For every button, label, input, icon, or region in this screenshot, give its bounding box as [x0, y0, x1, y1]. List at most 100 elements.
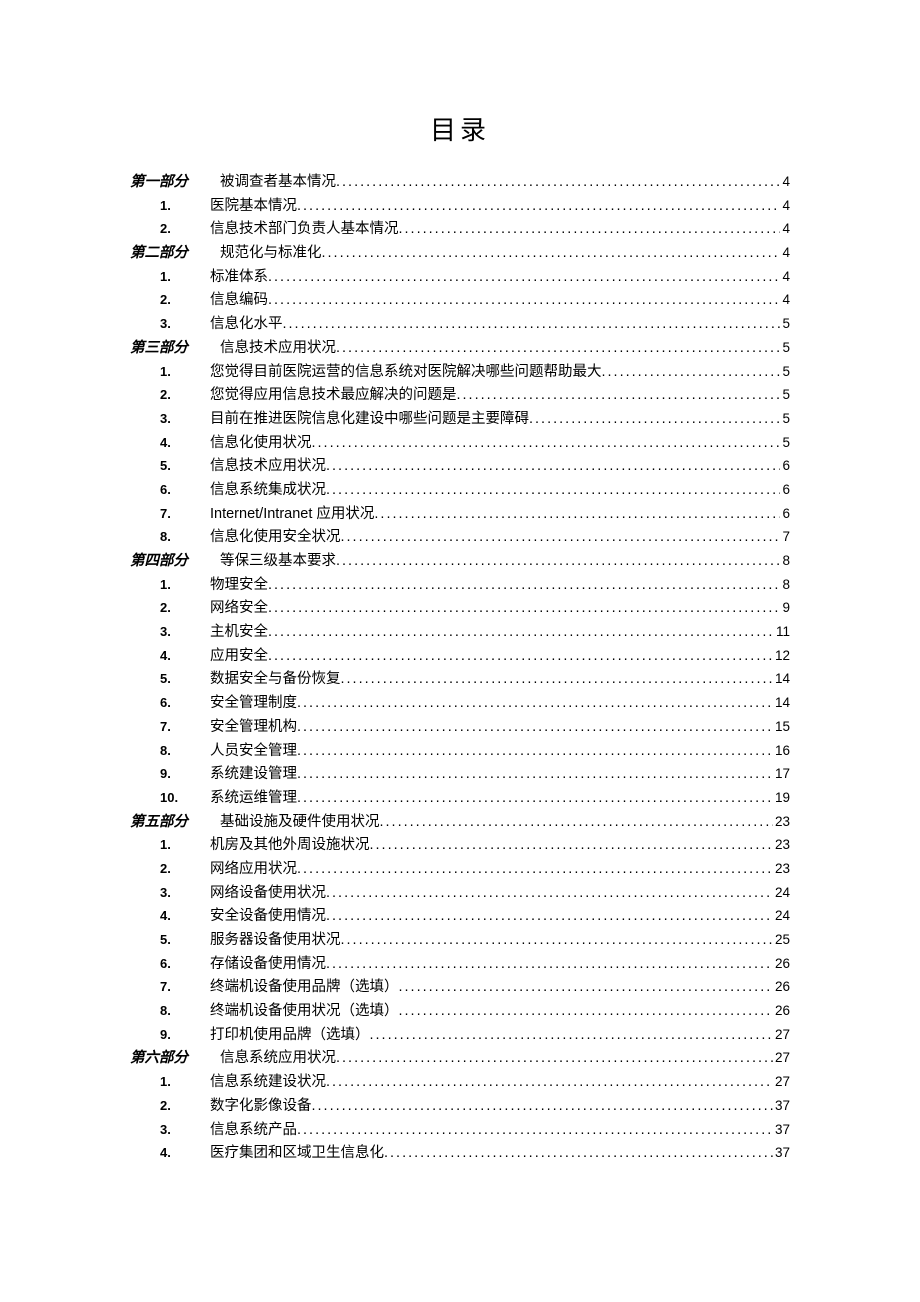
- toc-entry-label: 信息系统应用状况: [220, 1051, 336, 1066]
- toc-leader-dots: [297, 696, 773, 711]
- toc-section: 第五部分基础设施及硬件使用状况23: [130, 815, 790, 830]
- toc-entry-number: 5.: [130, 672, 210, 685]
- toc-entry-label: 信息系统建设状况: [210, 1075, 326, 1090]
- toc-entry-page: 16: [773, 744, 790, 758]
- toc-entry-number: 9.: [130, 767, 210, 780]
- toc-leader-dots: [399, 1004, 773, 1019]
- toc-item: 7.终端机设备使用品牌（选填）26: [130, 980, 790, 995]
- toc-entry-page: 5: [780, 412, 790, 426]
- toc-section: 第六部分信息系统应用状况27: [130, 1051, 790, 1066]
- toc-entry-number: 1.: [130, 270, 210, 283]
- toc-item: 9.打印机使用品牌（选填）27: [130, 1028, 790, 1043]
- toc-entry-page: 24: [773, 886, 790, 900]
- toc-entry-number: 9.: [130, 1028, 210, 1041]
- toc-entry-label: 标准体系: [210, 270, 268, 285]
- toc-entry-number: 3.: [130, 625, 210, 638]
- toc-leader-dots: [312, 1099, 773, 1114]
- toc-item: 1.医院基本情况4: [130, 199, 790, 214]
- toc-leader-dots: [326, 1075, 773, 1090]
- toc-entry-label: 您觉得目前医院运营的信息系统对医院解决哪些问题帮助最大: [210, 365, 602, 380]
- toc-entry-label: 基础设施及硬件使用状况: [220, 815, 380, 830]
- toc-item: 2.网络应用状况 23: [130, 862, 790, 877]
- toc-entry-page: 5: [780, 388, 790, 402]
- toc-entry-number: 2.: [130, 388, 210, 401]
- toc-leader-dots: [374, 507, 780, 522]
- toc-leader-dots: [529, 412, 780, 427]
- toc-leader-dots: [312, 436, 781, 451]
- toc-entry-label: 服务器设备使用状况: [210, 933, 341, 948]
- toc-entry-label: 网络应用状况: [210, 862, 297, 877]
- table-of-contents: 第一部分被调查者基本情况41.医院基本情况42.信息技术部门负责人基本情况4第二…: [130, 175, 790, 1161]
- toc-entry-page: 4: [780, 222, 790, 236]
- toc-entry-number: 1.: [130, 578, 210, 591]
- toc-entry-number: 2.: [130, 862, 210, 875]
- toc-entry-number: 5.: [130, 933, 210, 946]
- toc-entry-label: 信息系统产品: [210, 1123, 297, 1138]
- toc-entry-page: 5: [780, 436, 790, 450]
- toc-entry-page: 8: [780, 554, 790, 568]
- toc-entry-page: 4: [780, 270, 790, 284]
- toc-item: 2.您觉得应用信息技术最应解决的问题是5: [130, 388, 790, 403]
- toc-entry-number: 6.: [130, 957, 210, 970]
- toc-leader-dots: [326, 483, 780, 498]
- toc-entry-page: 27: [773, 1028, 790, 1042]
- toc-entry-number: 3.: [130, 1123, 210, 1136]
- toc-entry-page: 27: [773, 1075, 790, 1089]
- toc-entry-label: 机房及其他外周设施状况: [210, 838, 370, 853]
- toc-entry-label: 存储设备使用情况: [210, 957, 326, 972]
- toc-leader-dots: [384, 1146, 773, 1161]
- toc-entry-page: 5: [780, 341, 790, 355]
- toc-entry-label: 数字化影像设备: [210, 1099, 312, 1114]
- toc-item: 8.人员安全管理16: [130, 744, 790, 759]
- toc-entry-label: 安全管理机构: [210, 720, 297, 735]
- toc-entry-label: 物理安全: [210, 578, 268, 593]
- toc-entry-page: 25: [773, 933, 790, 947]
- toc-entry-page: 37: [773, 1123, 790, 1137]
- toc-entry-label: 主机安全: [210, 625, 268, 640]
- toc-entry-number: 8.: [130, 744, 210, 757]
- toc-leader-dots: [326, 886, 773, 901]
- toc-entry-page: 27: [773, 1051, 790, 1065]
- toc-entry-label: 系统运维管理: [210, 791, 297, 806]
- toc-entry-number: 第四部分: [130, 554, 220, 569]
- toc-entry-page: 23: [773, 862, 790, 876]
- toc-item: 7.安全管理机构 15: [130, 720, 790, 735]
- toc-leader-dots: [326, 909, 773, 924]
- toc-leader-dots: [297, 1123, 773, 1138]
- toc-item: 9.系统建设管理17: [130, 767, 790, 782]
- toc-entry-label: 被调查者基本情况: [220, 175, 336, 190]
- toc-item: 8.终端机设备使用状况（选填）26: [130, 1004, 790, 1019]
- toc-leader-dots: [341, 672, 773, 687]
- toc-entry-label: 目前在推进医院信息化建设中哪些问题是主要障碍: [210, 412, 529, 427]
- toc-leader-dots: [336, 554, 780, 569]
- toc-entry-label: 医疗集团和区域卫生信息化: [210, 1146, 384, 1161]
- toc-entry-number: 2.: [130, 293, 210, 306]
- toc-entry-page: 17: [773, 767, 790, 781]
- toc-entry-page: 37: [773, 1099, 790, 1113]
- toc-leader-dots: [341, 933, 773, 948]
- toc-entry-number: 7.: [130, 720, 210, 733]
- toc-entry-page: 14: [773, 672, 790, 686]
- toc-entry-page: 19: [773, 791, 790, 805]
- toc-leader-dots: [268, 578, 780, 593]
- toc-entry-page: 15: [773, 720, 790, 734]
- toc-entry-number: 3.: [130, 317, 210, 330]
- toc-entry-label: 信息系统集成状况: [210, 483, 326, 498]
- toc-entry-page: 26: [773, 957, 790, 971]
- toc-entry-label: Internet/Intranet 应用状况: [210, 507, 374, 522]
- toc-entry-label: 数据安全与备份恢复: [210, 672, 341, 687]
- toc-entry-page: 23: [773, 815, 790, 829]
- toc-item: 3.信息化水平5: [130, 317, 790, 332]
- toc-leader-dots: [268, 293, 780, 308]
- toc-entry-page: 23: [773, 838, 790, 852]
- toc-entry-number: 6.: [130, 696, 210, 709]
- toc-item: 2.网络安全9: [130, 601, 790, 616]
- toc-leader-dots: [268, 649, 773, 664]
- toc-entry-page: 8: [780, 578, 790, 592]
- toc-section: 第四部分等保三级基本要求 8: [130, 554, 790, 569]
- toc-entry-number: 3.: [130, 412, 210, 425]
- toc-item: 1.信息系统建设状况27: [130, 1075, 790, 1090]
- toc-entry-number: 第二部分: [130, 246, 220, 261]
- toc-entry-label: 等保三级基本要求: [220, 554, 336, 569]
- toc-leader-dots: [268, 601, 780, 616]
